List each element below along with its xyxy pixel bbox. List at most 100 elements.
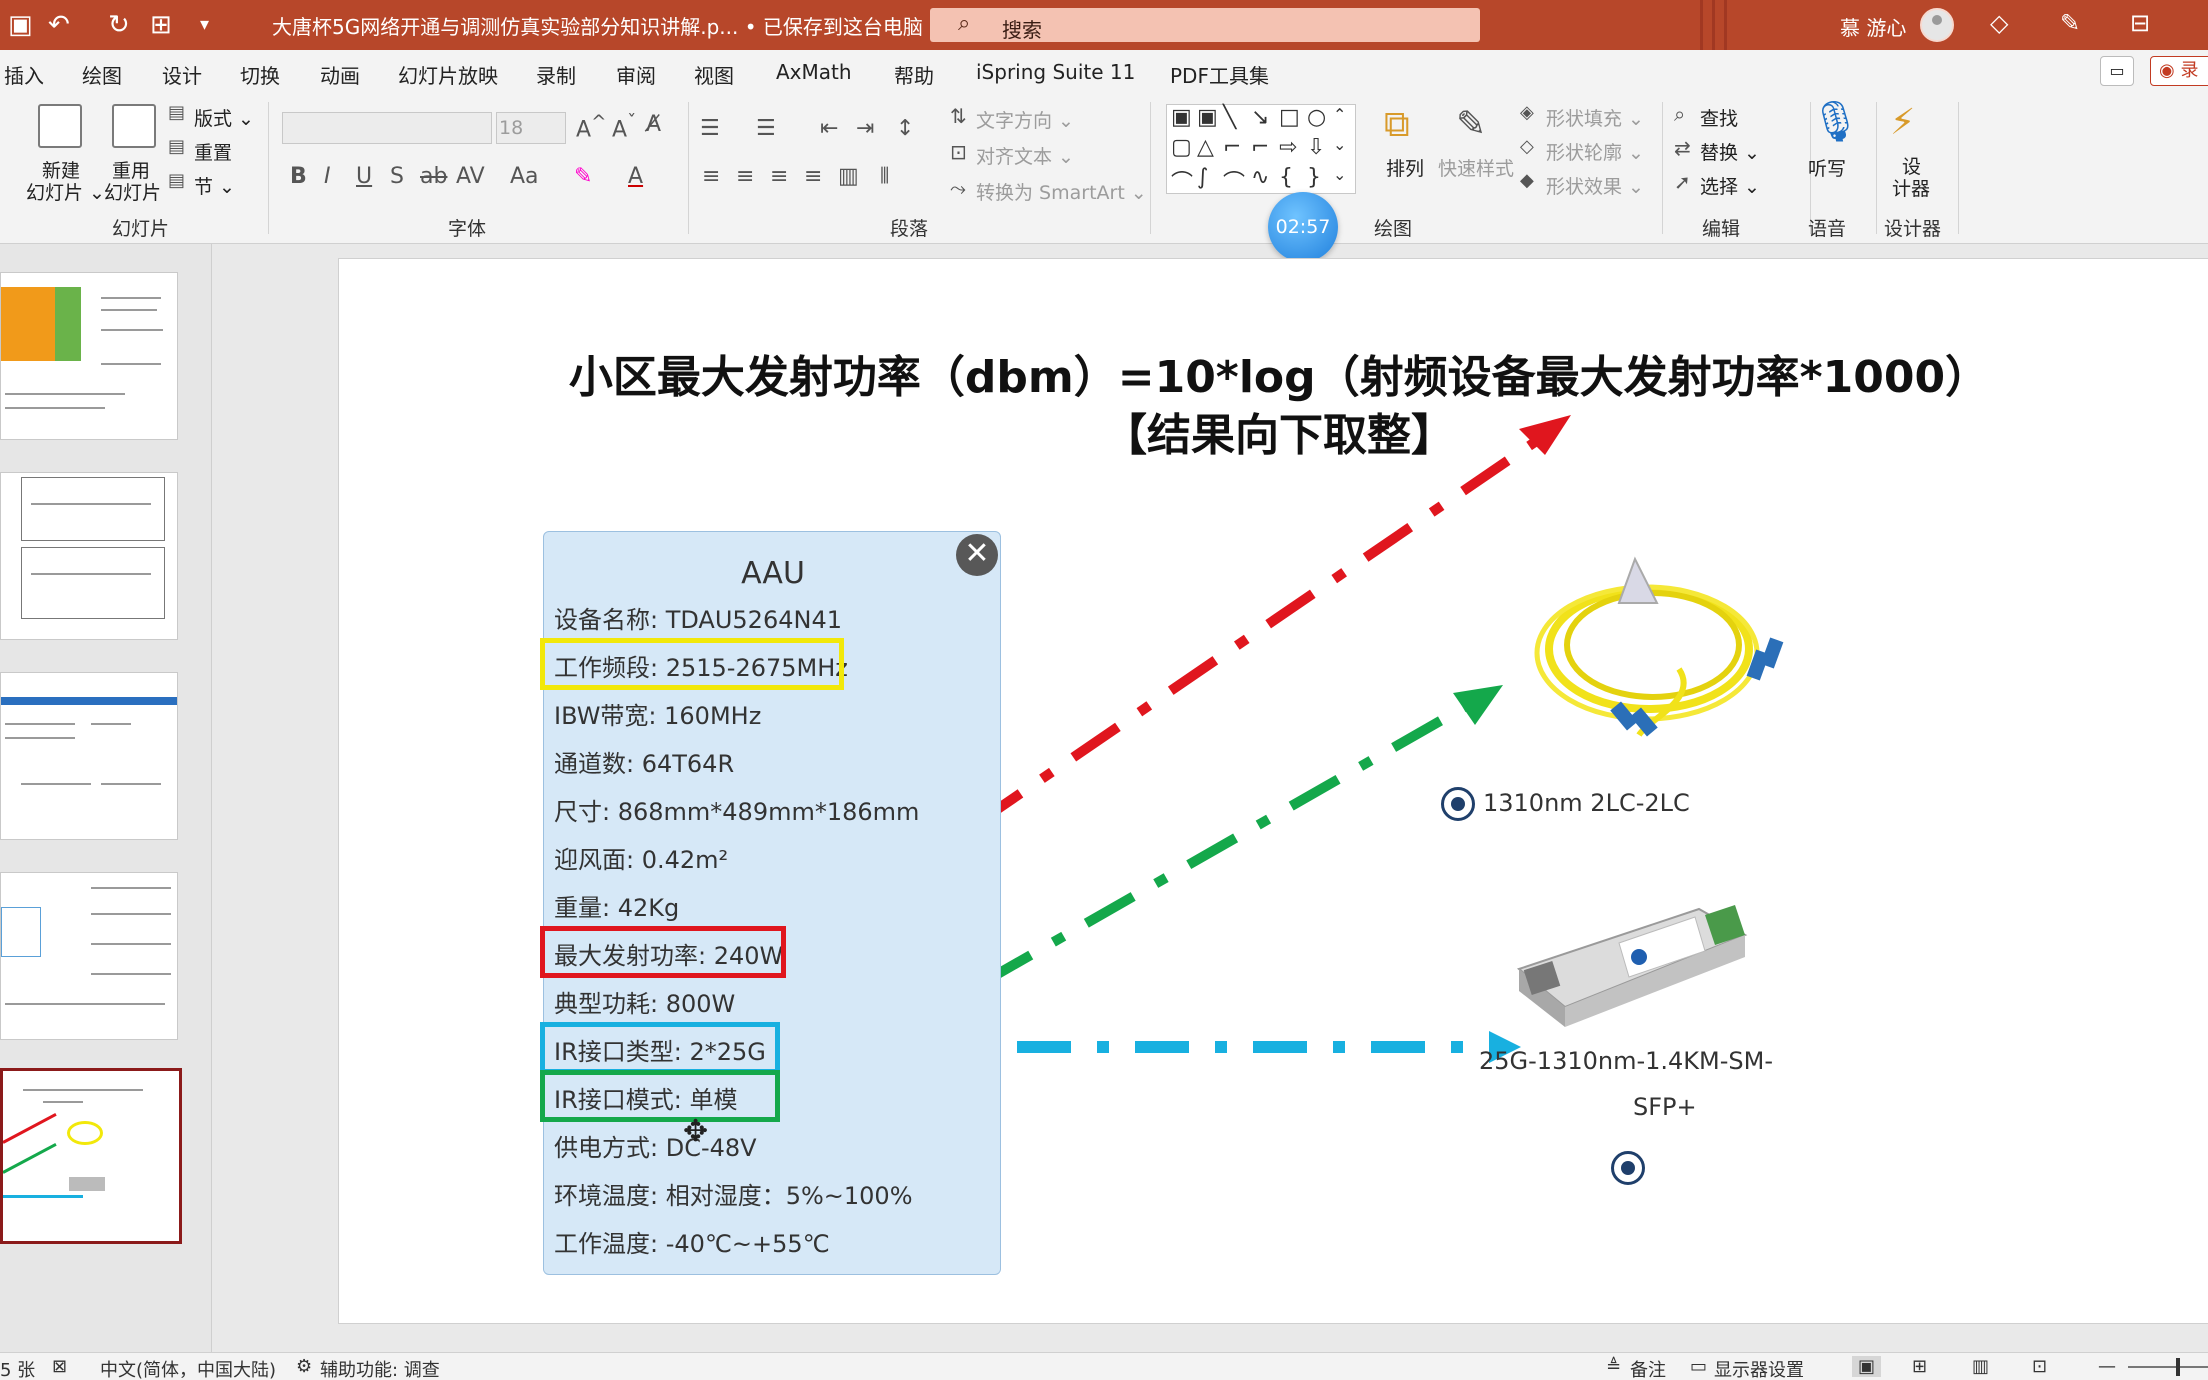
distributed-icon[interactable]: ▥: [838, 164, 859, 189]
designer-icon[interactable]: ⚡: [1890, 102, 1915, 143]
justify-icon[interactable]: ≡: [804, 164, 822, 189]
gallery-scroll-down-icon[interactable]: ⌄: [1333, 135, 1346, 154]
clear-format-icon[interactable]: A̸: [646, 112, 661, 137]
designer-button-line2[interactable]: 计器: [1892, 174, 1930, 201]
zoom-slider-thumb[interactable]: [2176, 1358, 2180, 1376]
comments-button[interactable]: ▭: [2100, 56, 2134, 86]
user-name[interactable]: 慕 游心: [1840, 12, 1906, 41]
microphone-icon[interactable]: 🎙: [1810, 98, 1861, 145]
quick-styles-button[interactable]: 快速样式: [1438, 154, 1514, 181]
tab-animations[interactable]: 动画: [320, 60, 360, 89]
normal-view-icon[interactable]: ▣: [1852, 1356, 1882, 1377]
align-right-icon[interactable]: ≡: [770, 164, 788, 189]
triangle-icon[interactable]: △: [1197, 135, 1214, 160]
italic-icon[interactable]: I: [324, 164, 331, 189]
decrease-font-icon[interactable]: Aˇ: [612, 112, 636, 142]
redo-icon[interactable]: ↻: [108, 10, 130, 40]
avatar[interactable]: [1920, 8, 1954, 42]
scribble-icon[interactable]: ∫: [1197, 165, 1208, 190]
textbox-icon[interactable]: ▣: [1171, 105, 1192, 130]
reset-button[interactable]: 重置: [194, 138, 232, 165]
arc-icon[interactable]: ⌒: [1223, 165, 1245, 197]
close-button[interactable]: ✕: [956, 534, 998, 576]
font-family-select[interactable]: [282, 112, 492, 144]
strikethrough-icon[interactable]: ab: [420, 164, 447, 189]
record-button[interactable]: ◉ 录: [2150, 56, 2208, 86]
tab-help[interactable]: 帮助: [894, 60, 934, 89]
rectangle-icon[interactable]: □: [1279, 105, 1300, 130]
increase-font-icon[interactable]: A^: [576, 112, 606, 142]
reading-view-icon[interactable]: ▥: [1972, 1356, 1989, 1377]
align-center-icon[interactable]: ≡: [736, 164, 754, 189]
spellcheck-icon[interactable]: ⊠: [52, 1356, 67, 1377]
tab-ispring[interactable]: iSpring Suite 11: [976, 60, 1135, 84]
find-button[interactable]: 查找: [1700, 104, 1738, 131]
radio-sfp[interactable]: [1611, 1151, 1645, 1185]
connector-icon[interactable]: ⌐: [1223, 135, 1241, 160]
shape-effects-button[interactable]: 形状效果 ⌄: [1546, 172, 1644, 199]
shadow-icon[interactable]: S: [390, 164, 404, 189]
line-icon[interactable]: ╲: [1223, 105, 1236, 130]
tab-record[interactable]: 录制: [536, 60, 576, 89]
new-slide-icon[interactable]: [38, 104, 82, 148]
notes-button[interactable]: 备注: [1630, 1356, 1666, 1380]
undo-icon[interactable]: ↶: [48, 10, 70, 40]
radio-fiber[interactable]: [1441, 787, 1475, 821]
reuse-slide-sub[interactable]: 幻灯片: [104, 178, 161, 205]
zoom-out-icon[interactable]: —: [2098, 1356, 2116, 1377]
freeform-icon[interactable]: ⌒: [1171, 165, 1193, 197]
shapes-gallery[interactable]: ▣ ▣ ╲ ↘ □ ○ ▢ △ ⌐ ⌐ ⇨ ⇩ ⌒ ∫ ⌒ ∿ { } ⌃ ⌄ …: [1166, 104, 1356, 197]
arrange-button[interactable]: 排列: [1386, 154, 1424, 181]
left-brace-icon[interactable]: {: [1279, 165, 1293, 190]
tab-review[interactable]: 审阅: [616, 60, 656, 89]
numbering-icon[interactable]: ☰: [756, 116, 776, 141]
tab-draw[interactable]: 绘图: [82, 60, 122, 89]
shape-fill-button[interactable]: 形状填充 ⌄: [1546, 104, 1644, 131]
text-direction-button[interactable]: 文字方向 ⌄: [976, 106, 1074, 133]
tab-slideshow[interactable]: 幻灯片放映: [398, 60, 498, 89]
columns-icon[interactable]: ⫴: [880, 164, 889, 189]
arrow-line-icon[interactable]: ↘: [1251, 105, 1269, 130]
accessibility-status[interactable]: 辅助功能: 调查: [320, 1356, 440, 1380]
line-spacing-icon[interactable]: ↕: [896, 116, 914, 141]
customize-toolbar-icon[interactable]: ▾: [200, 14, 209, 35]
slide-canvas[interactable]: 小区最大发射功率（dbm）=10*log（射频设备最大发射功率*1000） 【结…: [338, 258, 2208, 1324]
slide-thumbnail[interactable]: [0, 272, 178, 440]
present-icon[interactable]: ⊞: [150, 10, 172, 40]
ribbon-display-icon[interactable]: ⊟: [2130, 9, 2150, 37]
font-size-select[interactable]: 18: [496, 112, 566, 144]
search-input[interactable]: ⌕ 搜索: [930, 8, 1480, 42]
smartart-button[interactable]: 转换为 SmartArt ⌄: [976, 178, 1147, 205]
slideshow-view-icon[interactable]: ⊡: [2032, 1356, 2047, 1377]
select-button[interactable]: 选择 ⌄: [1700, 172, 1760, 199]
char-spacing-icon[interactable]: AV: [456, 164, 485, 189]
slide-sorter-icon[interactable]: ⊞: [1912, 1356, 1927, 1377]
align-text-button[interactable]: 对齐文本 ⌄: [976, 142, 1074, 169]
elbow-connector-icon[interactable]: ⌐: [1251, 135, 1269, 160]
aau-spec-panel[interactable]: AAU ✕ 设备名称: TDAU5264N41 工作频段: 2515-2675M…: [540, 531, 1001, 1275]
new-slide-sub[interactable]: 幻灯片 ⌄: [26, 178, 105, 205]
shape-outline-button[interactable]: 形状轮廓 ⌄: [1546, 138, 1644, 165]
slide-thumbnail[interactable]: [0, 872, 178, 1040]
tab-view[interactable]: 视图: [694, 60, 734, 89]
replace-button[interactable]: 替换 ⌄: [1700, 138, 1760, 165]
slide-thumbnail[interactable]: [0, 672, 178, 840]
bold-icon[interactable]: B: [290, 164, 307, 189]
change-case-icon[interactable]: Aa: [510, 164, 539, 189]
bullets-icon[interactable]: ☰: [700, 116, 720, 141]
underline-icon[interactable]: U: [356, 164, 372, 189]
tab-insert[interactable]: 插入: [4, 60, 44, 89]
gallery-scroll-up-icon[interactable]: ⌃: [1333, 105, 1346, 124]
down-arrow-shape-icon[interactable]: ⇩: [1307, 135, 1325, 160]
align-left-icon[interactable]: ≡: [702, 164, 720, 189]
increase-indent-icon[interactable]: ⇥: [856, 116, 874, 141]
decrease-indent-icon[interactable]: ⇤: [820, 116, 838, 141]
display-settings-button[interactable]: 显示器设置: [1714, 1356, 1804, 1380]
language-status[interactable]: 中文(简体，中国大陆): [100, 1356, 276, 1380]
tab-design[interactable]: 设计: [162, 60, 202, 89]
font-color-icon[interactable]: A: [628, 164, 643, 189]
right-brace-icon[interactable]: }: [1307, 165, 1321, 190]
reuse-slide-icon[interactable]: [112, 104, 156, 148]
diamond-icon[interactable]: ◇: [1990, 9, 2008, 37]
fiber-patch-cord-image[interactable]: [1529, 539, 1789, 739]
